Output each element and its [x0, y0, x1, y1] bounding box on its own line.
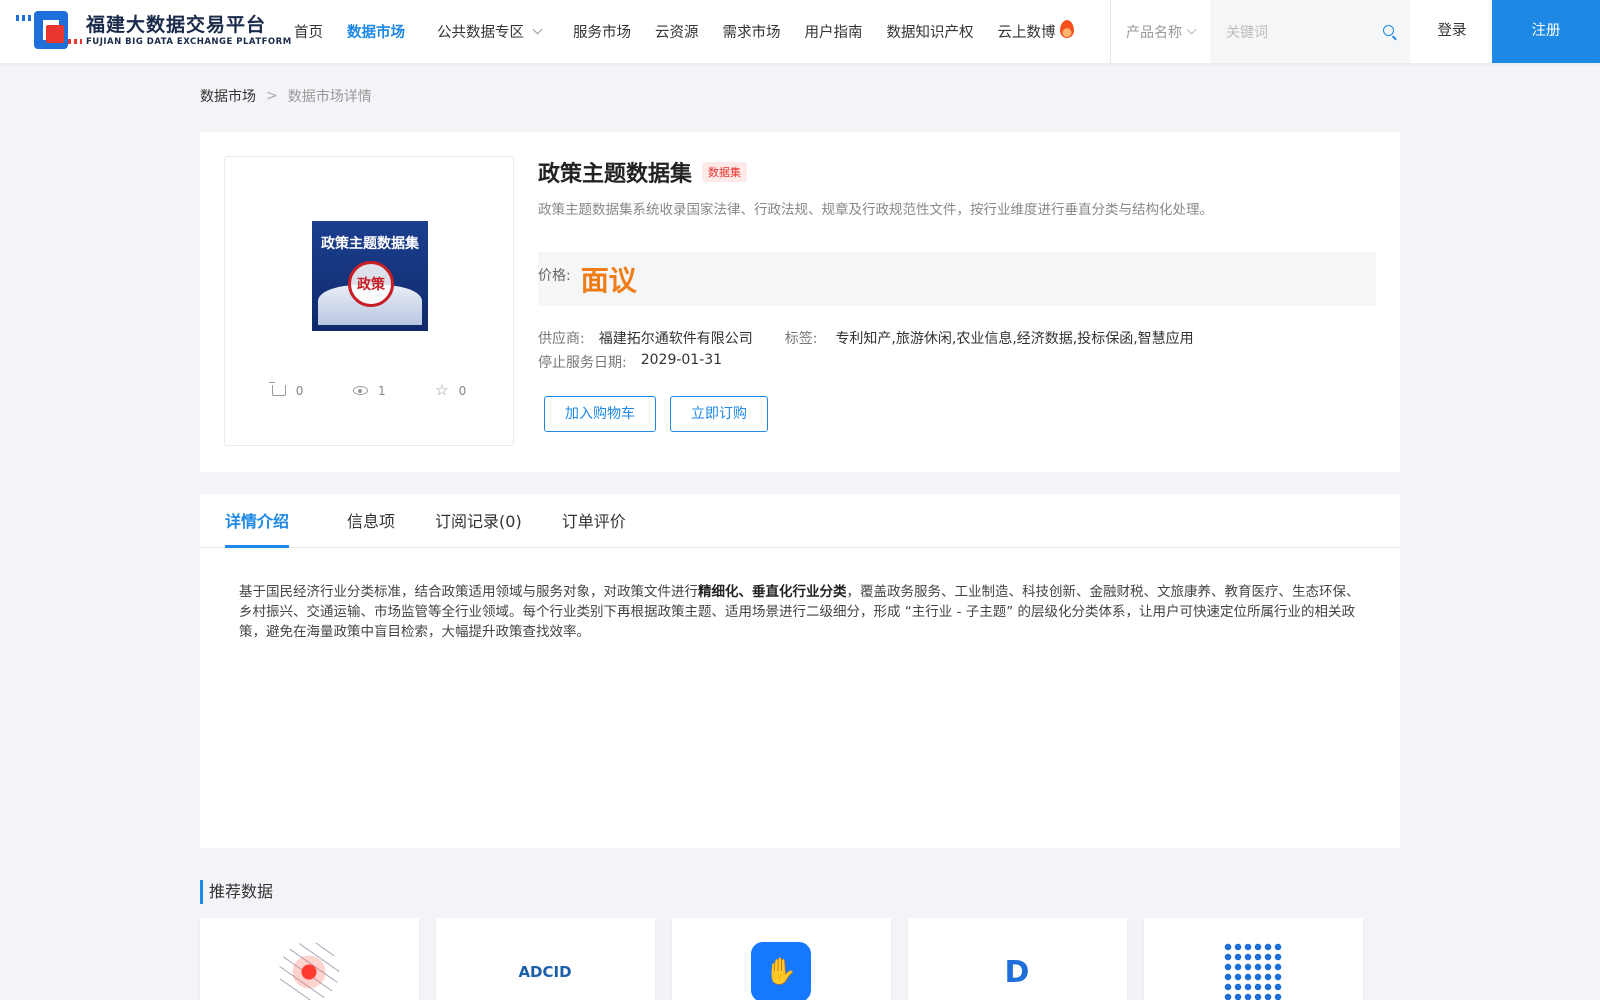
cover-title: 政策主题数据集	[321, 236, 419, 252]
dot-grid-logo	[1223, 942, 1283, 1000]
recommend-card[interactable]	[200, 918, 419, 1000]
stat-views: 1	[352, 383, 386, 398]
nav-data-ip[interactable]: 数据知识产权	[887, 21, 974, 42]
search-icon[interactable]	[1383, 25, 1394, 36]
nav-cloud-expo[interactable]: 云上数博	[997, 19, 1074, 42]
tab-subscription-records[interactable]: 订阅记录(0)	[435, 494, 522, 548]
nav-home[interactable]: 首页	[294, 21, 323, 42]
tab-info-items[interactable]: 信息项	[347, 494, 395, 548]
network-icon	[279, 942, 339, 1000]
cart-icon	[268, 382, 286, 396]
main-nav: 首页 数据市场 公共数据专区 服务市场 云资源 需求市场 用户指南 数据知识产权…	[294, 0, 1098, 63]
detail-panel: 详情介绍 信息项 订阅记录(0) 订单评价 基于国民经济行业分类标准，结合政策适…	[200, 494, 1400, 848]
chevron-down-icon	[1186, 24, 1197, 35]
nav-public-data[interactable]: 公共数据专区	[437, 21, 543, 42]
product-cover-image: 政策主题数据集 政策	[312, 221, 428, 331]
top-header: 福建大数据交易平台 FUJIAN BIG DATA EXCHANGE PLATF…	[0, 0, 1600, 63]
star-icon: ☆	[435, 381, 449, 399]
end-date-value: 2029-01-31	[640, 352, 723, 368]
product-info: 政策主题数据集 数据集 政策主题数据集系统收录国家法律、行政法规、规章及行政规范…	[538, 156, 1376, 432]
fire-icon	[1059, 19, 1074, 38]
hand-app-icon: ✋	[751, 942, 811, 1000]
supplier-name: 福建拓尔通软件有限公司	[598, 331, 753, 347]
login-button[interactable]: 登录	[1412, 0, 1492, 63]
recommend-card[interactable]: ADCID	[436, 918, 655, 1000]
product-card: 政策主题数据集 政策 0 1 ☆ 0 政策主题数据集 数据集 政策主题数据集系统…	[200, 132, 1400, 472]
breadcrumb-current: 数据市场详情	[287, 89, 372, 105]
nav-data-market[interactable]: 数据市场	[347, 21, 405, 42]
nav-service-market[interactable]: 服务市场	[573, 21, 631, 42]
view-count: 1	[377, 383, 386, 398]
adcid-logo: ADCID	[518, 963, 572, 981]
logo-title: 福建大数据交易平台	[86, 14, 267, 36]
detail-text-bold: 精细化、垂直化行业分类	[698, 584, 847, 600]
search-input[interactable]	[1226, 23, 1376, 40]
product-stats: 0 1 ☆ 0	[225, 382, 513, 398]
subscribe-button[interactable]: 立即订购	[670, 396, 768, 432]
tab-order-reviews[interactable]: 订单评价	[562, 494, 626, 548]
price-value: 面议	[580, 264, 637, 297]
register-button[interactable]: 注册	[1492, 0, 1600, 63]
stat-favorites[interactable]: ☆ 0	[435, 383, 466, 398]
product-title: 政策主题数据集	[538, 162, 693, 187]
site-logo[interactable]: 福建大数据交易平台 FUJIAN BIG DATA EXCHANGE PLATF…	[16, 9, 292, 53]
price-label: 价格:	[538, 268, 571, 284]
tags-label: 标签:	[784, 331, 818, 347]
product-type-badge: 数据集	[702, 162, 748, 182]
detail-text-part1: 基于国民经济行业分类标准，结合政策适用领域与服务对象，对政策文件进行	[239, 584, 698, 600]
cart-count: 0	[295, 383, 304, 398]
nav-public-data-label: 公共数据专区	[437, 25, 524, 41]
search-type-select[interactable]: 产品名称	[1126, 0, 1197, 63]
add-to-cart-button[interactable]: 加入购物车	[544, 396, 656, 432]
eye-icon	[352, 386, 368, 395]
recommend-card[interactable]: ✋	[672, 918, 891, 1000]
nav-cloud-resources[interactable]: 云资源	[655, 21, 699, 42]
supplier-label: 供应商:	[538, 331, 585, 347]
detail-tabs: 详情介绍 信息项 订阅记录(0) 订单评价	[200, 494, 1400, 548]
tags-value: 专利知产,旅游休闲,农业信息,经济数据,投标保函,智慧应用	[835, 331, 1194, 347]
header-divider	[1110, 0, 1111, 63]
tab-detail[interactable]: 详情介绍	[225, 494, 290, 548]
nav-user-guide[interactable]: 用户指南	[805, 21, 863, 42]
breadcrumb-separator: >	[266, 88, 278, 104]
product-thumbnail-box: 政策主题数据集 政策 0 1 ☆ 0	[224, 156, 514, 446]
price-row: 价格: 面议	[538, 252, 1376, 306]
search-type-label: 产品名称	[1126, 24, 1182, 41]
recommend-card[interactable]	[1144, 918, 1363, 1000]
search-box	[1210, 0, 1410, 63]
product-description: 政策主题数据集系统收录国家法律、行政法规、规章及行政规范性文件，按行业维度进行垂…	[538, 202, 1213, 218]
stat-cart: 0	[268, 382, 304, 398]
recommend-card[interactable]: D	[908, 918, 1127, 1000]
nav-demand-market[interactable]: 需求市场	[723, 21, 781, 42]
end-date-label: 停止服务日期:	[538, 355, 627, 371]
detail-description: 基于国民经济行业分类标准，结合政策适用领域与服务对象，对政策文件进行精细化、垂直…	[239, 582, 1365, 642]
favorite-count: 0	[458, 383, 467, 398]
logo-mark-icon	[16, 9, 82, 53]
recommend-title: 推荐数据	[200, 880, 273, 904]
nav-cloud-expo-label: 云上数博	[997, 25, 1056, 41]
chevron-down-icon	[532, 24, 543, 35]
cover-stamp: 政策	[348, 261, 394, 307]
logo-subtitle: FUJIAN BIG DATA EXCHANGE PLATFORM	[86, 37, 292, 47]
d-logo: D	[1004, 954, 1030, 990]
breadcrumb-data-market[interactable]: 数据市场	[200, 86, 256, 106]
breadcrumb: 数据市场 > 数据市场详情	[200, 86, 372, 106]
recommend-list: ADCID ✋ D	[200, 918, 1380, 1000]
